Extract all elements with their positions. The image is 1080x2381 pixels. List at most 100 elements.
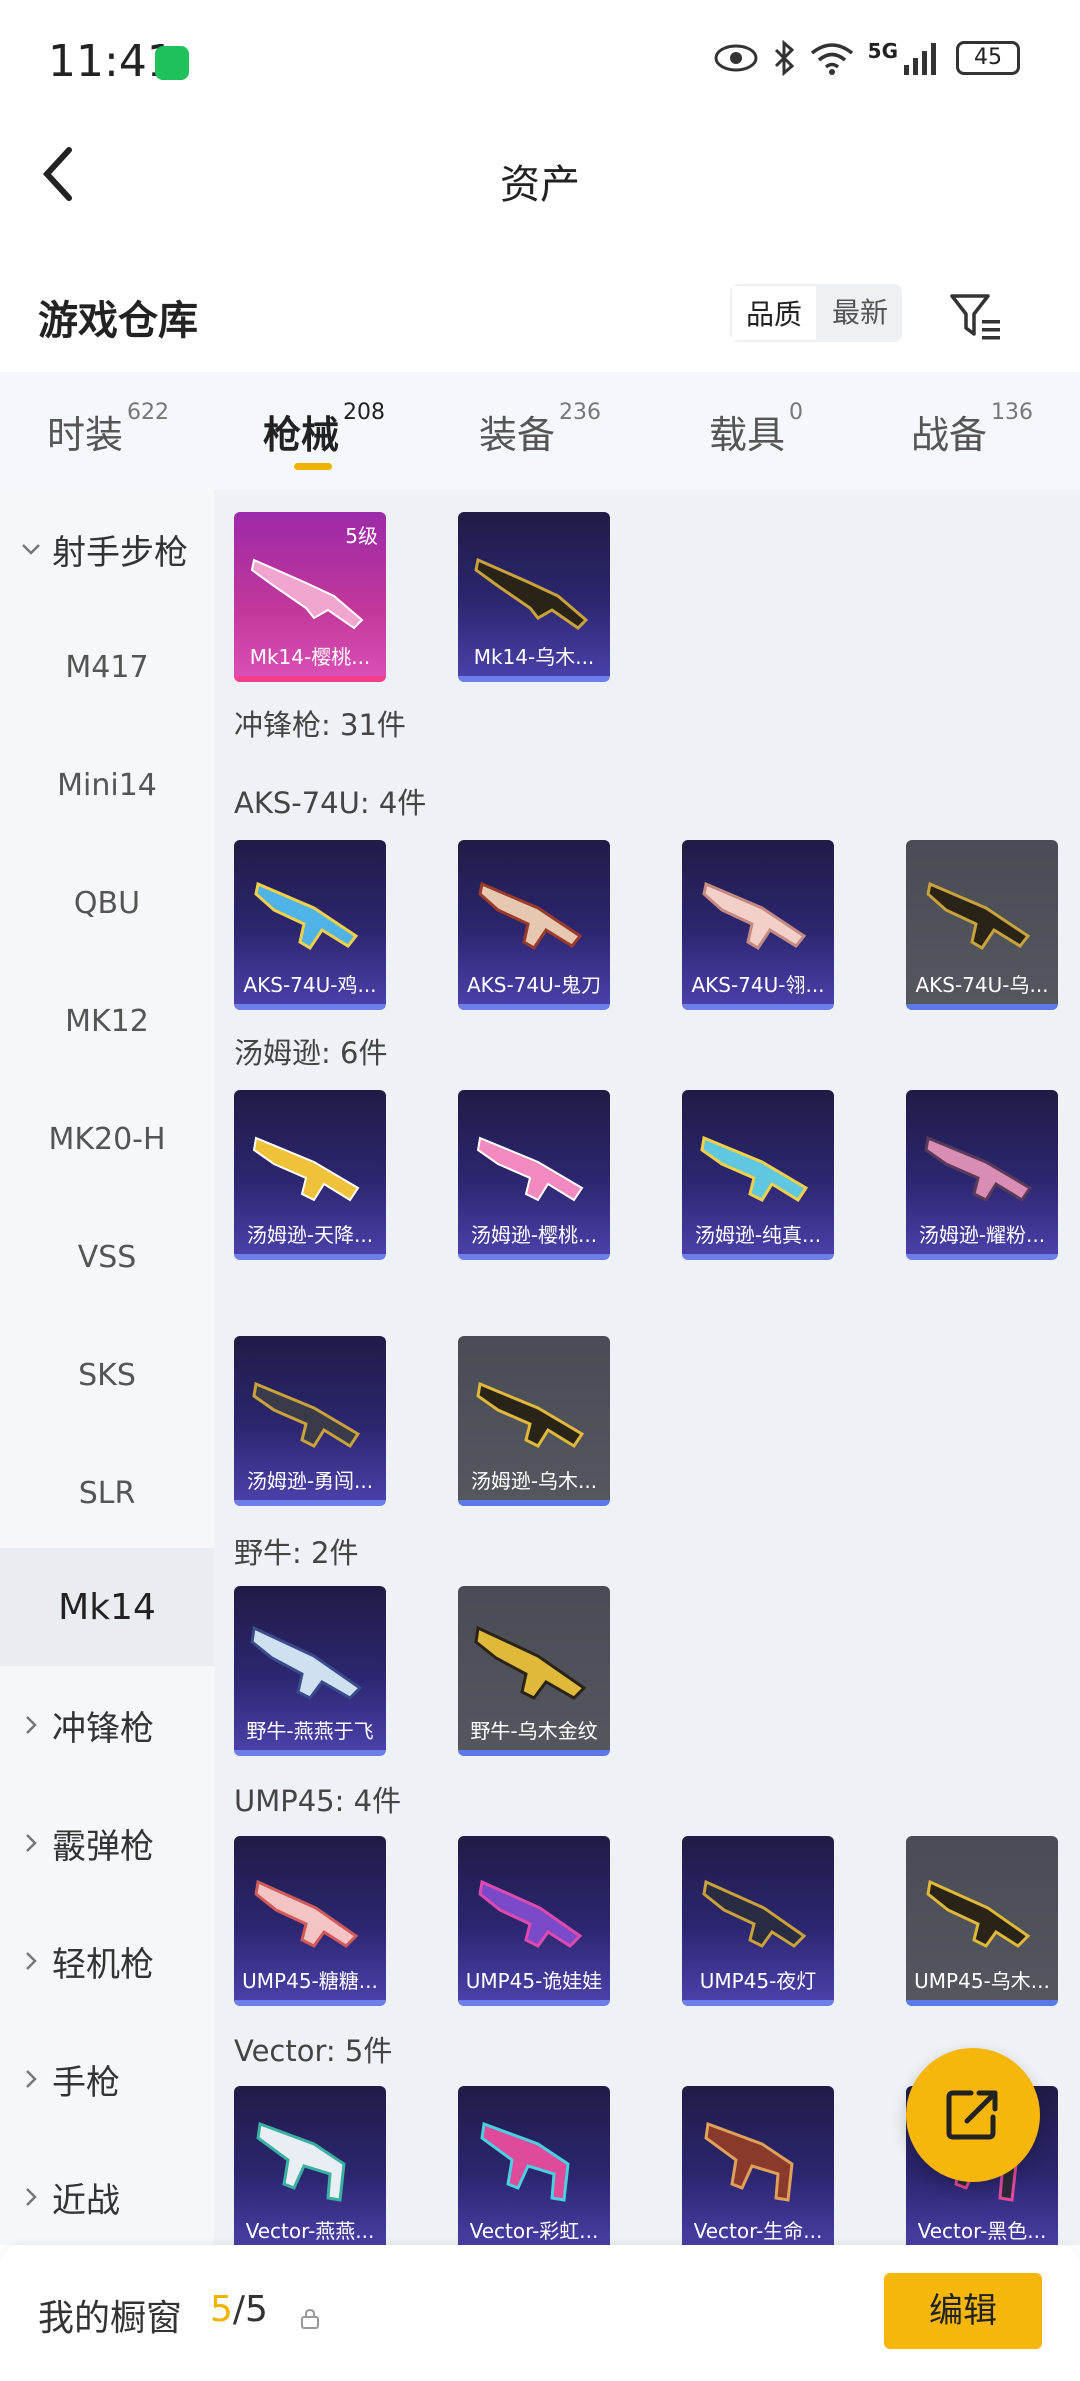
chevron-right-icon xyxy=(26,2070,37,2088)
item-card[interactable]: 汤姆逊-樱桃... xyxy=(458,1090,610,1260)
tab-supplies[interactable]: 战备 136 xyxy=(864,372,1080,490)
share-button[interactable] xyxy=(906,2048,1040,2182)
weapon-count-label: 汤姆逊: 6件 xyxy=(234,1036,388,1070)
battery-icon: 45 xyxy=(956,41,1020,75)
sidebar-item-vss[interactable]: VSS xyxy=(0,1198,214,1316)
sidebar-item-slr[interactable]: SLR xyxy=(0,1434,214,1552)
filter-icon xyxy=(950,294,1000,340)
rifle-icon xyxy=(250,558,364,630)
smg-icon xyxy=(704,2121,794,2202)
item-card[interactable]: 野牛-燕燕于飞 xyxy=(234,1586,386,1756)
item-card[interactable]: UMP45-糖糖... xyxy=(234,1836,386,2006)
item-card[interactable]: Mk14-乌木... xyxy=(458,512,610,682)
tab-count: 622 xyxy=(127,400,169,425)
item-card[interactable]: 5级 Mk14-樱桃... xyxy=(234,512,386,682)
section-title: 游戏仓库 xyxy=(38,298,198,344)
item-name: 汤姆逊-耀粉... xyxy=(918,1223,1046,1247)
item-name: Vector-彩虹... xyxy=(469,2219,599,2243)
item-card[interactable]: Vector-生命... xyxy=(682,2086,834,2245)
item-card[interactable]: 汤姆逊-勇闯... xyxy=(234,1336,386,1506)
smg-icon xyxy=(250,1625,363,1700)
category-count-label: 冲锋枪: 31件 xyxy=(234,708,406,742)
item-grid: 5级 Mk14-樱桃... Mk14-乌木... 冲锋枪: 31件 AKS-74… xyxy=(214,490,1080,2245)
item-card[interactable]: Vector-燕燕... xyxy=(234,2086,386,2245)
item-card[interactable]: 汤姆逊-耀粉... xyxy=(906,1090,1058,1260)
showcase-count: 5/5 xyxy=(210,2289,268,2330)
smg-icon xyxy=(480,2121,570,2202)
sidebar-group-label: 近战 xyxy=(52,2180,120,2221)
sidebar-group-shotgun[interactable]: 霰弹枪 xyxy=(0,1784,214,1902)
sidebar-item-mk12[interactable]: MK12 xyxy=(0,962,214,1080)
status-icons: 5G 45 xyxy=(714,39,1020,76)
item-name: UMP45-乌木... xyxy=(914,1969,1050,1993)
item-name: 汤姆逊-樱桃... xyxy=(470,1223,598,1247)
smg-icon xyxy=(256,2121,346,2202)
smg-icon xyxy=(476,1381,585,1449)
sidebar-group-label: 冲锋枪 xyxy=(52,1708,154,1749)
item-name: UMP45-诡娃娃 xyxy=(465,1969,603,1993)
sidebar-group-label: 轻机枪 xyxy=(52,1944,154,1985)
item-card[interactable]: 汤姆逊-天降... xyxy=(234,1090,386,1260)
item-name: AKS-74U-翎... xyxy=(691,973,825,997)
tab-active-indicator xyxy=(294,463,332,470)
smg-icon xyxy=(924,1135,1033,1203)
item-card[interactable]: 汤姆逊-纯真... xyxy=(682,1090,834,1260)
smg-icon xyxy=(702,1879,807,1948)
tab-count: 208 xyxy=(343,400,385,425)
tab-label: 装备 xyxy=(478,413,555,457)
tab-equipment[interactable]: 装备 236 xyxy=(432,372,648,490)
sidebar-group-lmg[interactable]: 轻机枪 xyxy=(0,1902,214,2020)
item-name: Vector-燕燕... xyxy=(245,2219,375,2243)
showcase-bar: 我的橱窗 5/5 编辑 xyxy=(0,2245,1080,2381)
weapon-type-sidebar: 射手步枪 M417 Mini14 QBU MK12 MK20-H VSS SKS… xyxy=(0,490,214,2245)
item-name: AKS-74U-鸡... xyxy=(243,973,377,997)
item-name: UMP45-夜灯 xyxy=(699,1969,817,1993)
smg-icon xyxy=(254,1879,359,1948)
nav-bar: 资产 xyxy=(0,120,1080,230)
sidebar-item-m417[interactable]: M417 xyxy=(0,608,214,726)
smg-icon xyxy=(478,1879,583,1948)
lock-icon xyxy=(301,2308,319,2329)
sidebar-group-dmr[interactable]: 射手步枪 xyxy=(0,490,214,608)
showcase-total: /5 xyxy=(232,2289,268,2330)
weapon-count-label: Vector: 5件 xyxy=(234,2034,393,2068)
item-card[interactable]: AKS-74U-乌... xyxy=(906,840,1058,1010)
item-card[interactable]: AKS-74U-鬼刀 xyxy=(458,840,610,1010)
chevron-right-icon xyxy=(26,1952,37,1970)
tab-vehicles[interactable]: 载具 0 xyxy=(648,372,864,490)
smg-icon xyxy=(252,1381,361,1449)
smg-icon xyxy=(700,1135,809,1203)
edit-button[interactable]: 编辑 xyxy=(884,2273,1042,2349)
item-name: 汤姆逊-勇闯... xyxy=(246,1469,374,1493)
signal-icon xyxy=(904,43,936,75)
sidebar-group-melee[interactable]: 近战 xyxy=(0,2138,214,2256)
showcase-current: 5 xyxy=(210,2289,233,2330)
sidebar-item-mk20h[interactable]: MK20-H xyxy=(0,1080,214,1198)
tab-fashion[interactable]: 时装 622 xyxy=(0,372,216,490)
item-card[interactable]: UMP45-诡娃娃 xyxy=(458,1836,610,2006)
wechat-icon xyxy=(155,46,189,80)
item-card[interactable]: AKS-74U-翎... xyxy=(682,840,834,1010)
item-name: 汤姆逊-天降... xyxy=(246,1223,374,1247)
sort-toggle: 品质 最新 xyxy=(730,284,903,342)
filter-button[interactable] xyxy=(948,288,1004,344)
item-card[interactable]: 野牛-乌木金纹 xyxy=(458,1586,610,1756)
item-card[interactable]: UMP45-夜灯 xyxy=(682,1836,834,2006)
sort-quality[interactable]: 品质 xyxy=(730,284,819,342)
sidebar-item-mk14[interactable]: Mk14 xyxy=(0,1548,214,1666)
sidebar-item-qbu[interactable]: QBU xyxy=(0,844,214,962)
tab-guns[interactable]: 枪械 208 xyxy=(216,372,432,490)
tab-count: 236 xyxy=(559,400,601,425)
chevron-right-icon xyxy=(26,1716,37,1734)
sidebar-group-smg[interactable]: 冲锋枪 xyxy=(0,1666,214,1784)
item-name: UMP45-糖糖... xyxy=(242,1969,378,1993)
item-card[interactable]: UMP45-乌木... xyxy=(906,1836,1058,2006)
sidebar-item-sks[interactable]: SKS xyxy=(0,1316,214,1434)
tab-label: 枪械 xyxy=(262,413,339,457)
item-card[interactable]: 汤姆逊-乌木... xyxy=(458,1336,610,1506)
item-card[interactable]: AKS-74U-鸡... xyxy=(234,840,386,1010)
sidebar-item-mini14[interactable]: Mini14 xyxy=(0,726,214,844)
item-card[interactable]: Vector-彩虹... xyxy=(458,2086,610,2245)
sort-newest[interactable]: 最新 xyxy=(818,284,902,342)
sidebar-group-pistol[interactable]: 手枪 xyxy=(0,2020,214,2138)
